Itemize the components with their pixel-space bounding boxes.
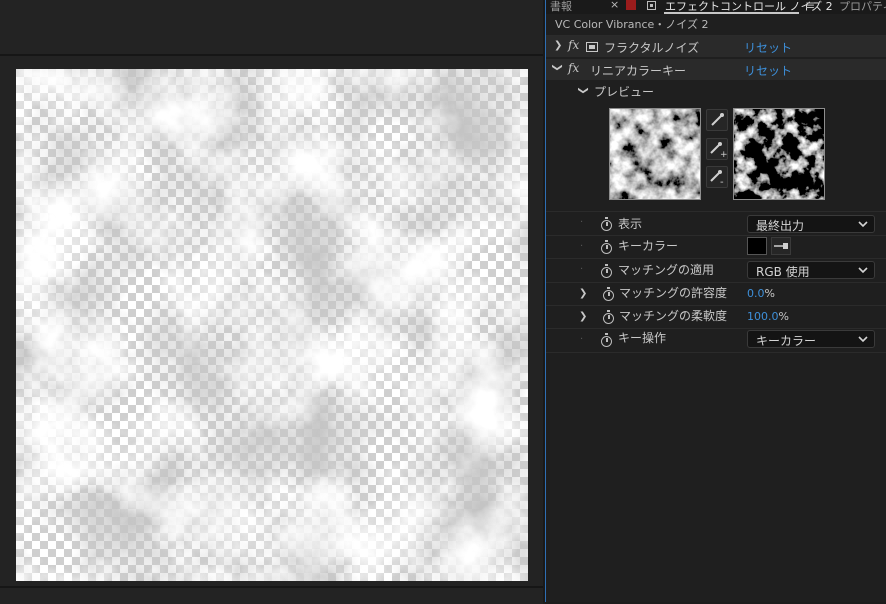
viewer-status-bar [0,586,543,604]
composition-canvas[interactable] [16,69,528,581]
active-tab-underline [664,12,799,14]
eyedropper-icon[interactable] [706,109,728,131]
panel-menu-icon[interactable]: ≡ [805,0,815,12]
dropdown-value: RGB 使用 [756,265,810,279]
lock-icon[interactable] [647,1,656,10]
property-label: マッチングの柔軟度 [619,309,728,323]
tab-properties[interactable]: プロパティ [839,0,886,14]
effect-name: フラクタルノイズ [604,41,700,55]
svg-text:+: + [720,150,727,159]
matching-mode-dropdown[interactable]: RGB 使用 [747,261,875,279]
property-label: 表示 [618,217,643,231]
stopwatch-icon[interactable] [601,333,612,347]
property-label: マッチングの適用 [618,263,715,277]
property-label: マッチングの許容度 [619,286,728,300]
tolerance-value[interactable]: 0.0% [747,287,775,300]
stopwatch-icon[interactable] [601,264,612,278]
property-row-matching-mode: · マッチングの適用 RGB 使用 [546,259,886,282]
close-tab-icon[interactable]: × [610,0,619,11]
property-label: キー操作 [618,331,667,345]
chevron-down-icon [858,336,868,343]
chevron-right-icon[interactable]: ❯ [579,288,587,299]
property-row-display: · 表示 最終出力 [546,212,886,235]
dropdown-value: キーカラー [756,334,817,348]
key-operation-dropdown[interactable]: キーカラー [747,330,875,348]
fractal-noise-layer [16,69,528,581]
stopwatch-icon[interactable] [601,240,612,254]
panel-tab-bar: 書報 × エフェクトコントロール ノイズ 2 ≡ プロパティ [546,0,886,14]
layer-title: VC Color Vibrance・ノイズ 2 [555,18,709,31]
effect-settings-icon[interactable] [586,41,598,52]
viewer-toolbar [0,0,543,56]
key-color-eyedropper-icon[interactable] [771,237,791,255]
property-row-matching-softness: ❯ マッチングの柔軟度 100.0% [546,306,886,328]
property-row-key-operation: · キー操作 キーカラー [546,329,886,352]
effect-controls-panel: 書報 × エフェクトコントロール ノイズ 2 ≡ プロパティ VC Color … [546,0,886,602]
chevron-right-icon[interactable]: ❯ [579,311,587,322]
property-row-key-color: · キーカラー [546,236,886,258]
fx-icon[interactable]: fx [568,61,579,75]
composition-viewer [0,0,543,604]
svg-text:-: - [720,177,724,187]
key-color-swatch[interactable] [747,237,767,255]
reset-button[interactable]: リセット [744,39,792,56]
fx-icon[interactable]: fx [568,38,579,52]
display-dropdown[interactable]: 最終出力 [747,215,875,233]
reset-button[interactable]: リセット [744,62,792,79]
property-label: キーカラー [618,239,679,253]
eyedropper-subtract-icon[interactable]: - [706,166,728,188]
effect-row-linear-color-key[interactable]: ❯ fx リニアカラーキー リセット [546,59,886,80]
divider [546,352,886,353]
preview-label: プレビュー [594,85,655,99]
stopwatch-icon[interactable] [601,217,612,231]
eyedropper-add-icon[interactable]: + [706,138,728,160]
tab-left[interactable]: 書報 [550,0,572,14]
chevron-down-icon [858,267,868,274]
stopwatch-icon[interactable] [603,310,614,324]
property-row-matching-tolerance: ❯ マッチングの許容度 0.0% [546,283,886,305]
chevron-right-icon[interactable]: ❯ [554,40,562,51]
layer-color-icon [626,0,636,10]
dropdown-value: 最終出力 [756,219,805,233]
chevron-down-icon [858,221,868,228]
chevron-down-icon[interactable]: ❯ [578,86,589,94]
effect-row-fractal-noise[interactable]: ❯ fx フラクタルノイズ リセット [546,36,886,57]
effect-name: リニアカラーキー [590,64,687,78]
preview-matte-thumbnail [733,108,825,200]
softness-value[interactable]: 100.0% [747,310,789,323]
stopwatch-icon[interactable] [603,287,614,301]
preview-source-thumbnail [609,108,701,200]
chevron-down-icon[interactable]: ❯ [552,63,563,71]
